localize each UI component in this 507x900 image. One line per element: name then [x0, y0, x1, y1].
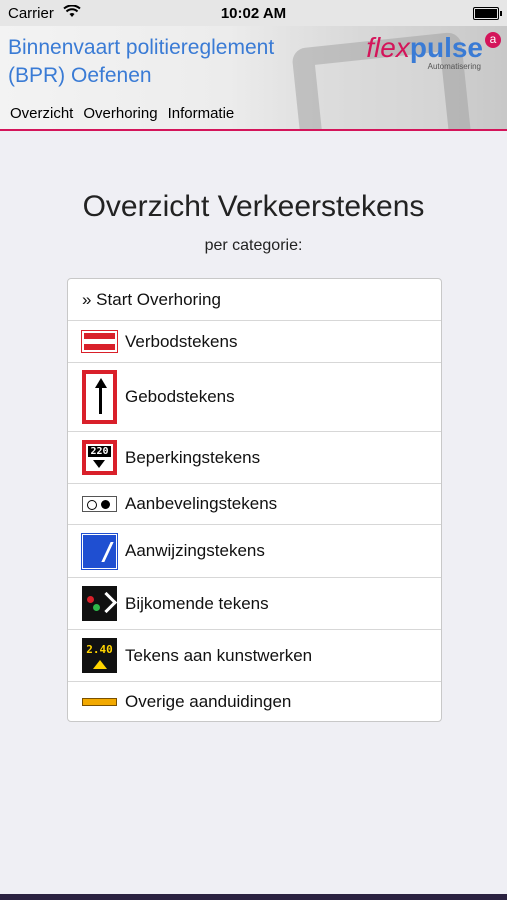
list-item-aanbevelingstekens[interactable]: Aanbevelingstekens	[68, 483, 441, 524]
flexpulse-logo: flexpulse a Automatisering	[366, 32, 501, 71]
restriction-sign-icon: 220	[82, 440, 117, 475]
list-item-label: Aanwijzingstekens	[125, 541, 265, 560]
list-item-label: Verbodstekens	[125, 331, 238, 351]
nav-overhoring[interactable]: Overhoring	[83, 105, 157, 122]
prohibition-sign-icon	[82, 331, 117, 352]
logo-badge: a	[485, 32, 501, 48]
logo-pulse: pulse	[409, 32, 483, 63]
bottom-bar	[0, 894, 507, 900]
app-title: Binnenvaart politiereglement (BPR) Oefen…	[8, 34, 348, 90]
recommendation-sign-icon	[82, 496, 117, 512]
list-item-label: Aanbevelingstekens	[125, 494, 278, 513]
main-nav: Overzicht Overhoring Informatie	[10, 105, 234, 122]
list-item-label: Bijkomende tekens	[125, 593, 269, 613]
header-divider	[0, 129, 507, 131]
list-item-label: Overige aanduidingen	[125, 691, 292, 711]
mandatory-sign-icon	[82, 370, 117, 424]
logo-subtitle: Automatisering	[427, 62, 481, 71]
start-overhoring-label: » Start Overhoring	[82, 289, 221, 309]
additional-sign-icon	[82, 586, 117, 621]
list-item-aanwijzingstekens[interactable]: Aanwijzingstekens	[68, 524, 441, 577]
structure-sign-text: 2.40	[86, 643, 113, 656]
list-item-bijkomende-tekens[interactable]: Bijkomende tekens	[68, 577, 441, 629]
nav-informatie[interactable]: Informatie	[168, 105, 235, 122]
page-title: Overzicht Verkeerstekens	[82, 190, 425, 223]
list-item-label: Beperkingstekens	[125, 447, 261, 467]
other-sign-icon	[82, 697, 117, 706]
page-subtitle: per categorie:	[204, 237, 303, 254]
start-overhoring-link[interactable]: » Start Overhoring	[68, 279, 441, 320]
list-item-tekens-aan-kunstwerken[interactable]: 2.40 Tekens aan kunstwerken	[68, 629, 441, 681]
list-item-overige-aanduidingen[interactable]: Overige aanduidingen	[68, 681, 441, 721]
logo-flex: flex	[366, 32, 410, 63]
app-header: Binnenvaart politiereglement (BPR) Oefen…	[0, 26, 507, 130]
status-bar: Carrier 10:02 AM	[0, 0, 507, 26]
app-title-line1: Binnenvaart politiereglement	[8, 36, 275, 59]
restriction-sign-text: 220	[88, 446, 111, 457]
list-item-verbodstekens[interactable]: Verbodstekens	[68, 320, 441, 362]
nav-overzicht[interactable]: Overzicht	[10, 105, 73, 122]
list-item-gebodstekens[interactable]: Gebodstekens	[68, 362, 441, 431]
category-list: » Start Overhoring Verbodstekens Gebodst…	[67, 278, 442, 722]
list-item-beperkingstekens[interactable]: 220 Beperkingstekens	[68, 431, 441, 483]
structure-sign-icon: 2.40	[82, 638, 117, 673]
app-title-line2: (BPR) Oefenen	[8, 64, 152, 87]
indication-sign-icon	[82, 533, 117, 569]
clock: 10:02 AM	[220, 5, 287, 22]
battery-icon	[473, 7, 502, 20]
list-item-label: Gebodstekens	[125, 387, 235, 406]
list-item-label: Tekens aan kunstwerken	[125, 645, 313, 665]
